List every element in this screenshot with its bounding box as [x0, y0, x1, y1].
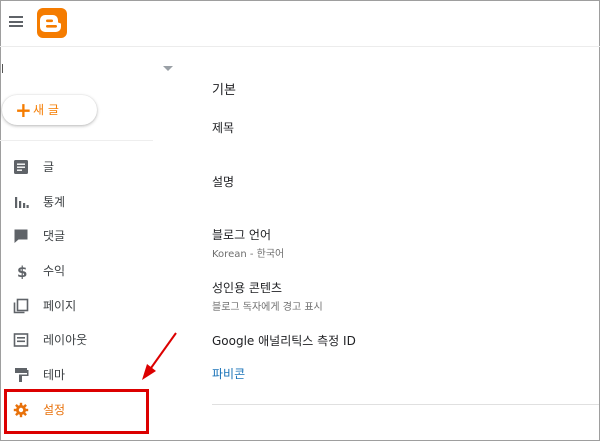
posts-icon: [14, 160, 28, 174]
sidebar-item-posts[interactable]: 글: [0, 150, 153, 184]
stats-icon: [15, 197, 29, 208]
section-title-basic: 기본: [212, 83, 236, 98]
settings-gear-icon: [13, 402, 29, 418]
new-post-label: 새 글: [33, 103, 59, 117]
sidebar-item-settings[interactable]: 설정: [0, 393, 153, 427]
earnings-icon: $: [17, 263, 27, 279]
header-divider: [0, 46, 600, 47]
setting-value: Korean - 한국어: [212, 249, 285, 260]
blogger-logo-icon[interactable]: [37, 8, 67, 38]
sidebar-item-label: 댓글: [43, 229, 66, 243]
setting-blog-language[interactable]: 블로그 언어 Korean - 한국어: [212, 227, 284, 262]
svg-text:$: $: [17, 263, 27, 279]
sidebar-item-label: 설정: [43, 403, 66, 417]
sidebar-item-stats[interactable]: 통계: [0, 185, 153, 219]
hamburger-menu-icon[interactable]: [9, 16, 23, 27]
blog-selector-value: [2, 64, 3, 73]
sidebar-item-label: 페이지: [43, 299, 77, 313]
setting-label: 블로그 언어: [212, 228, 272, 242]
sidebar-item-earnings[interactable]: $ 수익: [0, 254, 153, 288]
sidebar-item-theme[interactable]: 테마: [0, 358, 153, 392]
sidebar-item-pages[interactable]: 페이지: [0, 289, 153, 323]
theme-icon: [15, 368, 29, 382]
sidebar-item-label: 글: [43, 160, 55, 174]
pages-icon: [13, 298, 29, 314]
sidebar-item-label: 수익: [43, 264, 66, 278]
sidebar-item-layout[interactable]: 레이아웃: [0, 323, 153, 357]
comments-icon: [14, 229, 28, 243]
setting-label: 성인용 콘텐츠: [212, 281, 283, 295]
sidebar-item-comments[interactable]: 댓글: [0, 219, 153, 253]
setting-google-analytics[interactable]: Google 애널리틱스 측정 ID: [212, 333, 356, 349]
sidebar-item-label: 통계: [43, 195, 66, 209]
setting-adult-content[interactable]: 성인용 콘텐츠 블로그 독자에게 경고 표시: [212, 280, 323, 315]
blog-selector[interactable]: [2, 62, 176, 76]
sidebar-item-label: 테마: [43, 368, 66, 382]
sidebar-item-label: 레이아웃: [43, 333, 88, 347]
setting-title[interactable]: 제목: [212, 120, 234, 136]
chevron-down-icon[interactable]: [163, 66, 173, 71]
setting-value: 블로그 독자에게 경고 표시: [212, 302, 323, 313]
layout-icon: [13, 333, 29, 347]
sidebar-divider: [0, 140, 153, 141]
content-divider: [212, 404, 599, 405]
setting-favicon[interactable]: 파비콘: [212, 366, 245, 382]
annotation-arrow-icon: [142, 332, 177, 380]
new-post-button[interactable]: + 새 글: [2, 95, 97, 125]
setting-description[interactable]: 설명: [212, 174, 234, 190]
plus-icon: +: [15, 98, 32, 122]
